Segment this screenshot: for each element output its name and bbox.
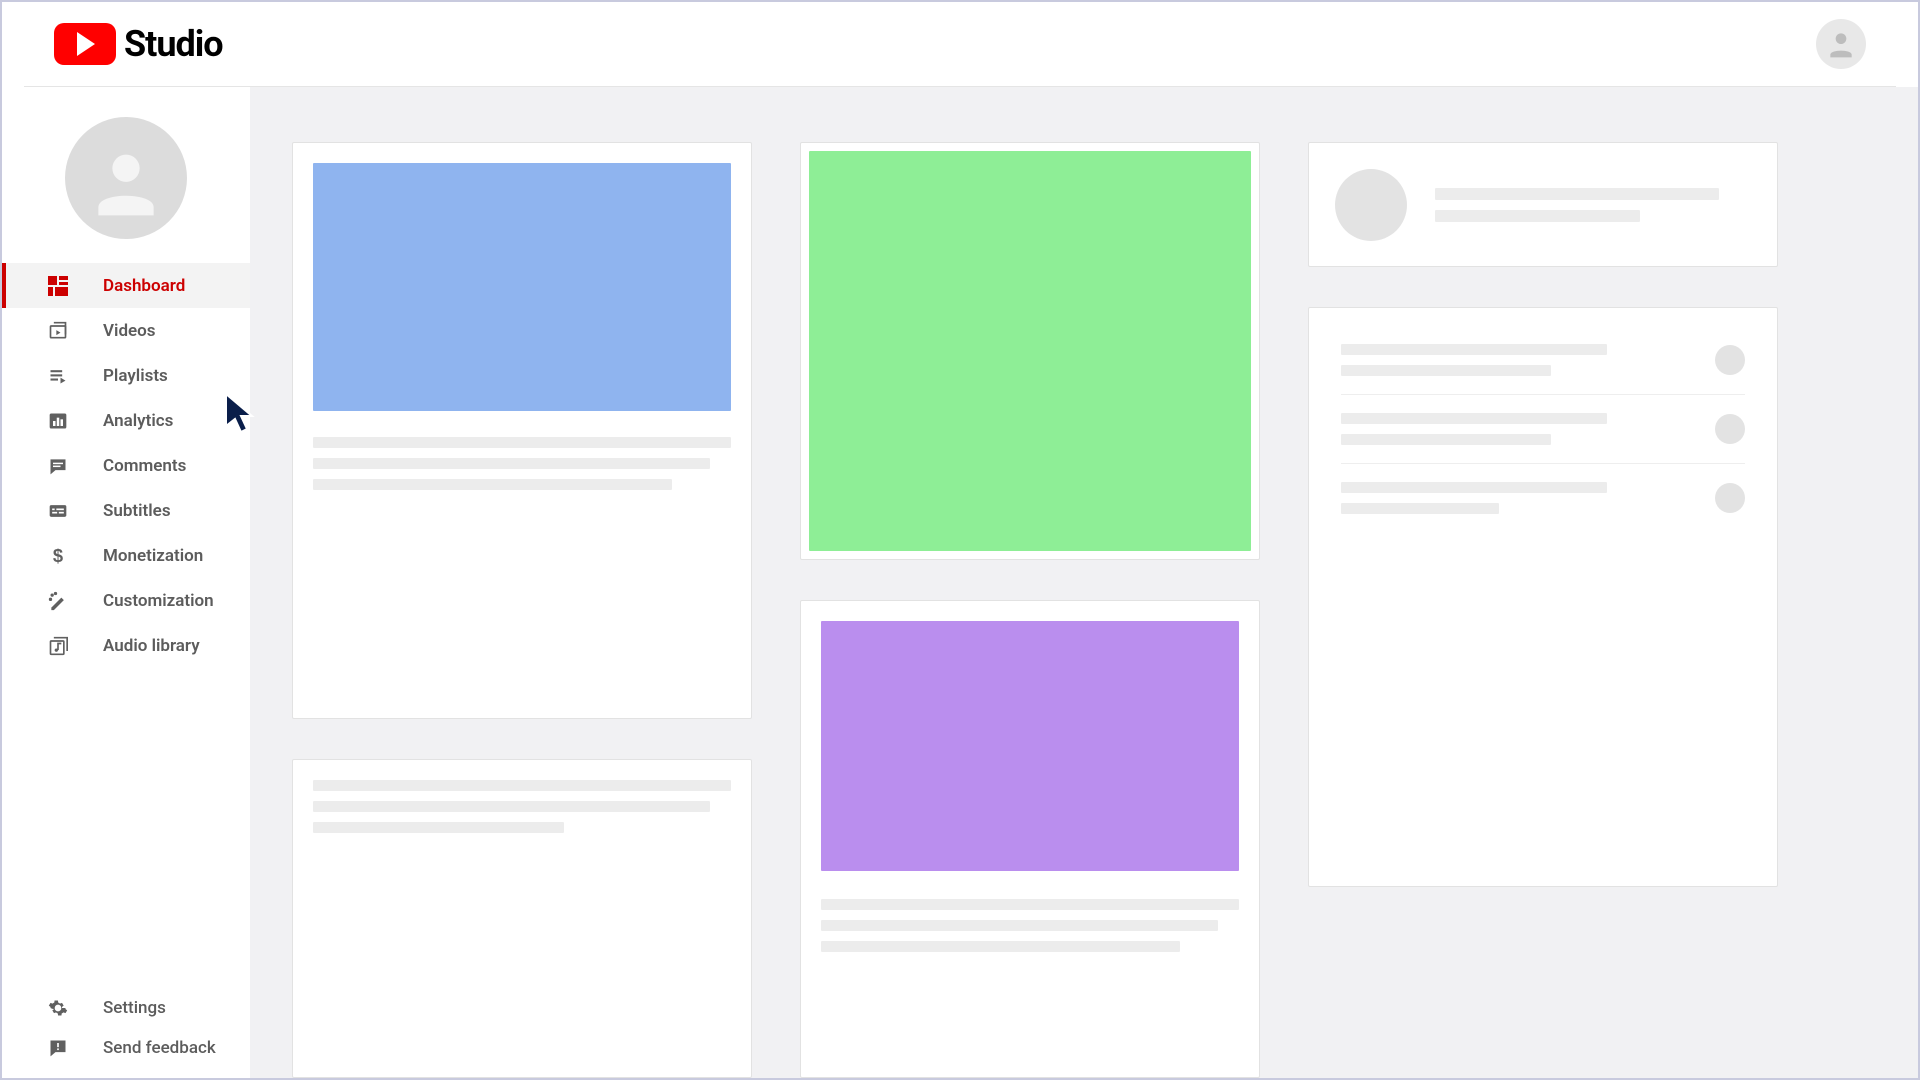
- studio-logo[interactable]: Studio: [54, 23, 223, 65]
- activity-list-card: [1308, 307, 1778, 887]
- sidebar-item-label: Settings: [103, 998, 166, 1018]
- status-dot: [1715, 414, 1745, 444]
- sidebar-item-label: Audio library: [103, 636, 200, 656]
- header: Studio: [24, 2, 1896, 87]
- placeholder-line: [1435, 188, 1719, 200]
- placeholder-line: [313, 822, 564, 833]
- sidebar-item-feedback[interactable]: Send feedback: [2, 1028, 250, 1068]
- sidebar-item-label: Customization: [103, 591, 214, 611]
- placeholder-line: [313, 458, 710, 469]
- studio-wordmark: Studio: [124, 23, 223, 65]
- sidebar-item-dashboard[interactable]: Dashboard: [2, 263, 250, 308]
- comments-icon: [47, 455, 69, 477]
- sidebar-item-subtitles[interactable]: Subtitles: [2, 488, 250, 533]
- placeholder-line: [821, 899, 1239, 910]
- sidebar-item-label: Monetization: [103, 546, 203, 566]
- channel-summary-card[interactable]: [1308, 142, 1778, 267]
- analytics-icon: [47, 410, 69, 432]
- svg-text:$: $: [53, 546, 63, 566]
- placeholder-line: [313, 437, 731, 448]
- list-item[interactable]: [1341, 395, 1745, 464]
- videos-icon: [47, 320, 69, 342]
- placeholder-line: [821, 941, 1180, 952]
- video-thumbnail: [313, 163, 731, 411]
- dashboard-main: [250, 87, 1918, 1078]
- sidebar-item-videos[interactable]: Videos: [2, 308, 250, 353]
- subtitles-icon: [47, 500, 69, 522]
- list-item[interactable]: [1341, 464, 1745, 532]
- sidebar-item-label: Analytics: [103, 411, 173, 431]
- youtube-play-icon: [54, 23, 116, 65]
- dashboard-column-2: [800, 142, 1260, 1078]
- channel-summary-text: [1435, 188, 1751, 222]
- account-avatar[interactable]: [1816, 19, 1866, 69]
- gear-icon: [47, 997, 69, 1019]
- sidebar-item-label: Playlists: [103, 366, 168, 386]
- placeholder-line: [1341, 482, 1607, 493]
- channel-avatar-wrap: [2, 87, 250, 263]
- sidebar: Dashboard Videos Playlists Analytics: [2, 87, 250, 1078]
- sidebar-item-label: Comments: [103, 456, 186, 476]
- dashboard-column-1: [292, 142, 752, 1078]
- layout: Dashboard Videos Playlists Analytics: [2, 87, 1918, 1078]
- video-card[interactable]: [292, 142, 752, 719]
- placeholder-line: [821, 920, 1218, 931]
- channel-avatar-small: [1335, 169, 1407, 241]
- placeholder-line: [313, 801, 710, 812]
- sidebar-footer: Settings Send feedback: [2, 988, 250, 1078]
- sidebar-item-label: Videos: [103, 321, 156, 341]
- placeholder-line: [1341, 503, 1499, 514]
- sidebar-item-label: Dashboard: [103, 276, 185, 296]
- status-dot: [1715, 345, 1745, 375]
- placeholder-line: [1341, 344, 1607, 355]
- feature-thumbnail: [809, 151, 1251, 551]
- dashboard-icon: [47, 275, 69, 297]
- list-item[interactable]: [1341, 344, 1745, 395]
- feature-card[interactable]: [800, 142, 1260, 560]
- video-card[interactable]: [800, 600, 1260, 1078]
- sidebar-item-monetization[interactable]: $ Monetization: [2, 533, 250, 578]
- info-card[interactable]: [292, 759, 752, 1078]
- video-thumbnail: [821, 621, 1239, 871]
- dashboard-column-3: [1308, 142, 1778, 1078]
- sidebar-item-settings[interactable]: Settings: [2, 988, 250, 1028]
- placeholder-line: [1341, 434, 1551, 445]
- placeholder-line: [1341, 365, 1551, 376]
- placeholder-line: [313, 479, 672, 490]
- sidebar-item-label: Subtitles: [103, 501, 171, 521]
- monetization-icon: $: [47, 545, 69, 567]
- placeholder-line: [313, 780, 731, 791]
- sidebar-item-label: Send feedback: [103, 1038, 216, 1058]
- sidebar-nav: Dashboard Videos Playlists Analytics: [2, 263, 250, 668]
- feedback-icon: [47, 1037, 69, 1059]
- audio-library-icon: [47, 635, 69, 657]
- playlists-icon: [47, 365, 69, 387]
- sidebar-item-comments[interactable]: Comments: [2, 443, 250, 488]
- sidebar-item-customization[interactable]: Customization: [2, 578, 250, 623]
- sidebar-item-playlists[interactable]: Playlists: [2, 353, 250, 398]
- channel-avatar[interactable]: [65, 117, 187, 239]
- customization-icon: [47, 590, 69, 612]
- sidebar-item-analytics[interactable]: Analytics: [2, 398, 250, 443]
- sidebar-item-audio-library[interactable]: Audio library: [2, 623, 250, 668]
- status-dot: [1715, 483, 1745, 513]
- placeholder-line: [1435, 210, 1640, 222]
- placeholder-line: [1341, 413, 1607, 424]
